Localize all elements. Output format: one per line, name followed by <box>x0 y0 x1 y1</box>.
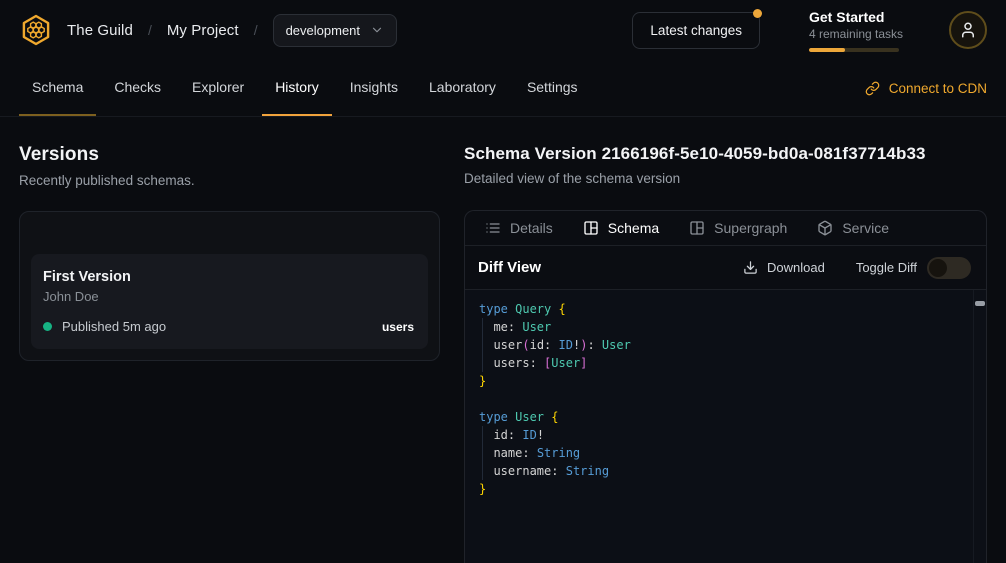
download-icon <box>743 260 758 275</box>
chevron-down-icon <box>370 23 384 37</box>
download-label: Download <box>767 260 825 275</box>
version-meta-row: Published 5m ago users <box>43 319 414 334</box>
tab-label: Settings <box>527 79 578 95</box>
get-started-progress-fill <box>809 48 845 52</box>
breadcrumb-org[interactable]: The Guild <box>67 22 133 39</box>
tab-label: Insights <box>350 79 398 95</box>
tab-label: History <box>275 79 319 95</box>
schema-detail-card: Details Schema Supergraph Service <box>464 210 987 563</box>
versions-title: Versions <box>19 144 440 166</box>
latest-changes-button[interactable]: Latest changes <box>632 12 760 49</box>
code-editor[interactable]: type Query { me: User user(id: ID!): Use… <box>465 290 986 563</box>
detail-tabs: Details Schema Supergraph Service <box>465 211 986 246</box>
tab-checks[interactable]: Checks <box>101 60 174 116</box>
tab-label: Supergraph <box>714 220 787 236</box>
tab-history[interactable]: History <box>262 60 332 116</box>
published-status-dot <box>43 322 52 331</box>
link-icon <box>865 81 880 96</box>
user-icon <box>959 21 977 39</box>
version-list-item[interactable]: First Version John Doe Published 5m ago … <box>31 254 428 349</box>
connect-to-cdn-link[interactable]: Connect to CDN <box>865 60 987 116</box>
breadcrumb-separator: / <box>254 22 258 38</box>
get-started-subtitle: 4 remaining tasks <box>809 27 899 41</box>
tab-insights[interactable]: Insights <box>337 60 411 116</box>
diff-view-toolbar: Diff View Download Toggle Diff <box>465 246 986 290</box>
panels-icon <box>689 220 705 236</box>
main-content: Versions Recently published schemas. Fir… <box>0 117 1006 563</box>
tab-schema-view[interactable]: Schema <box>583 220 659 236</box>
tab-label: Schema <box>32 79 83 95</box>
breadcrumb-project[interactable]: My Project <box>167 22 239 39</box>
schema-version-title: Schema Version 2166196f-5e10-4059-bd0a-0… <box>464 144 987 164</box>
switch-thumb <box>929 259 947 277</box>
target-select-value: development <box>286 23 360 38</box>
tab-supergraph[interactable]: Supergraph <box>689 220 787 236</box>
scrollbar-thumb[interactable] <box>975 301 985 306</box>
get-started-widget[interactable]: Get Started 4 remaining tasks <box>809 9 899 52</box>
connect-to-cdn-label: Connect to CDN <box>889 81 987 96</box>
tab-service[interactable]: Service <box>817 220 889 236</box>
latest-changes-label: Latest changes <box>650 23 742 38</box>
tab-label: Details <box>510 220 553 236</box>
tab-label: Schema <box>608 220 659 236</box>
panels-icon <box>583 220 599 236</box>
version-title: First Version <box>43 269 414 285</box>
get-started-progress-bar <box>809 48 899 52</box>
scrollbar-track <box>973 290 974 563</box>
tab-label: Checks <box>114 79 161 95</box>
notification-dot <box>753 9 762 18</box>
schema-version-subtitle: Detailed view of the schema version <box>464 171 987 186</box>
target-select[interactable]: development <box>273 14 397 47</box>
tab-laboratory[interactable]: Laboratory <box>416 60 509 116</box>
versions-subtitle: Recently published schemas. <box>19 173 440 188</box>
get-started-title: Get Started <box>809 9 899 25</box>
version-author: John Doe <box>43 289 414 304</box>
app-window: The Guild / My Project / development Lat… <box>0 0 1006 563</box>
main-nav: Schema Checks Explorer History Insights … <box>0 60 1006 117</box>
user-avatar[interactable] <box>949 11 987 49</box>
tab-label: Explorer <box>192 79 244 95</box>
cube-icon <box>817 220 833 236</box>
download-button[interactable]: Download <box>743 260 825 275</box>
breadcrumb-separator: / <box>148 22 152 38</box>
versions-panel: Versions Recently published schemas. Fir… <box>19 144 440 563</box>
tab-details[interactable]: Details <box>485 220 553 236</box>
version-service-badge: users <box>382 320 414 334</box>
tab-explorer[interactable]: Explorer <box>179 60 257 116</box>
tab-schema[interactable]: Schema <box>19 60 96 116</box>
toggle-diff-label: Toggle Diff <box>856 260 917 275</box>
versions-list-card: First Version John Doe Published 5m ago … <box>19 211 440 361</box>
schema-version-detail: Schema Version 2166196f-5e10-4059-bd0a-0… <box>464 144 987 563</box>
version-status: Published 5m ago <box>62 319 166 334</box>
diff-view-title: Diff View <box>478 259 541 276</box>
toggle-diff-switch[interactable] <box>927 257 971 279</box>
breadcrumb: The Guild / My Project / development <box>67 14 397 47</box>
list-icon <box>485 220 501 236</box>
diff-view-actions: Download Toggle Diff <box>743 257 971 279</box>
tab-label: Service <box>842 220 889 236</box>
hive-logo-icon[interactable] <box>19 13 53 47</box>
top-header: The Guild / My Project / development Lat… <box>0 0 1006 60</box>
tab-settings[interactable]: Settings <box>514 60 591 116</box>
tab-label: Laboratory <box>429 79 496 95</box>
header-actions: Latest changes Get Started 4 remaining t… <box>632 9 987 52</box>
